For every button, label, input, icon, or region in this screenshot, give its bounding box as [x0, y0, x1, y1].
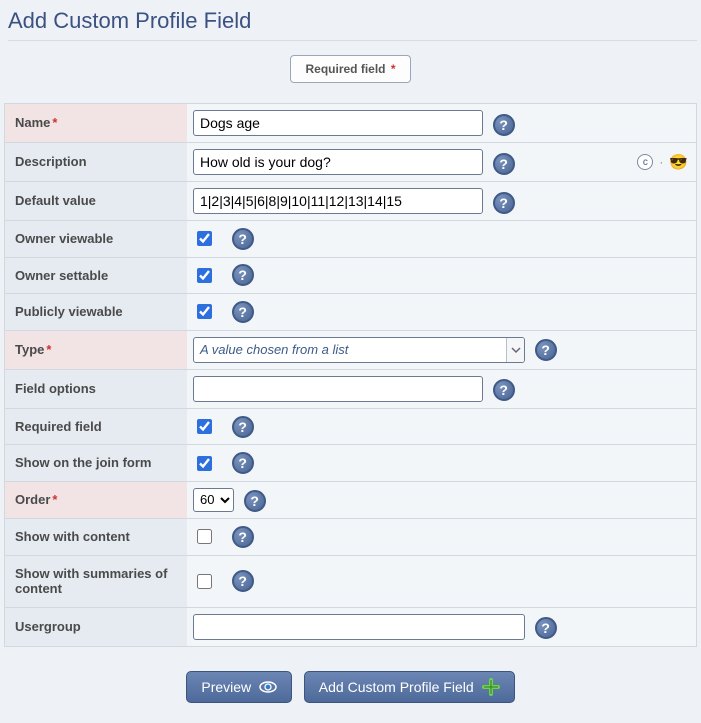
chevron-down-icon	[506, 338, 524, 362]
default-value-input[interactable]	[193, 188, 483, 214]
emoticon-icon[interactable]: 😎	[669, 153, 688, 171]
label-show-with-content: Show with content	[5, 518, 187, 555]
help-icon[interactable]: ?	[232, 526, 254, 548]
eye-icon	[259, 678, 277, 696]
owner-viewable-checkbox[interactable]	[197, 231, 212, 246]
label-publicly-viewable: Publicly viewable	[5, 293, 187, 330]
label-show-on-join: Show on the join form	[5, 444, 187, 481]
label-usergroup: Usergroup	[5, 607, 187, 646]
label-name: Name*	[5, 104, 187, 142]
help-icon[interactable]: ?	[232, 570, 254, 592]
preview-button-label: Preview	[201, 679, 251, 695]
plus-icon	[482, 678, 500, 696]
help-icon[interactable]: ?	[232, 416, 254, 438]
label-required-field: Required field	[5, 408, 187, 445]
label-default-value: Default value	[5, 181, 187, 220]
help-icon[interactable]: ?	[493, 114, 515, 136]
label-field-options: Field options	[5, 369, 187, 408]
help-icon[interactable]: ?	[535, 339, 557, 361]
label-owner-viewable: Owner viewable	[5, 220, 187, 257]
type-select-value: A value chosen from a list	[194, 338, 506, 362]
required-banner-text: Required field	[305, 62, 385, 76]
help-icon[interactable]: ?	[493, 379, 515, 401]
form-table: Name* ? Description ? c · 😎 Default valu	[4, 103, 697, 647]
label-owner-settable: Owner settable	[5, 257, 187, 294]
help-icon[interactable]: ?	[232, 452, 254, 474]
label-description: Description	[5, 142, 187, 181]
order-select[interactable]: 60	[193, 488, 234, 512]
help-icon[interactable]: ?	[493, 153, 515, 175]
help-icon[interactable]: ?	[232, 301, 254, 323]
type-select[interactable]: A value chosen from a list	[193, 337, 525, 363]
name-input[interactable]	[193, 110, 483, 136]
preview-button[interactable]: Preview	[186, 671, 292, 703]
label-type: Type*	[5, 330, 187, 369]
publicly-viewable-checkbox[interactable]	[197, 304, 212, 319]
label-order: Order*	[5, 481, 187, 518]
owner-settable-checkbox[interactable]	[197, 268, 212, 283]
page-title: Add Custom Profile Field	[8, 8, 697, 41]
help-icon[interactable]: ?	[232, 228, 254, 250]
field-options-input[interactable]	[193, 376, 483, 402]
show-on-join-checkbox[interactable]	[197, 456, 212, 471]
help-icon[interactable]: ?	[232, 264, 254, 286]
description-extra-icons: c · 😎	[637, 153, 688, 171]
submit-button-label: Add Custom Profile Field	[319, 679, 474, 695]
dot-separator: ·	[659, 155, 663, 169]
help-icon[interactable]: ?	[535, 617, 557, 639]
show-with-summaries-checkbox[interactable]	[197, 574, 212, 589]
required-banner: Required field *	[4, 55, 697, 83]
description-input[interactable]	[193, 149, 483, 175]
help-icon[interactable]: ?	[244, 490, 266, 512]
usergroup-input[interactable]	[193, 614, 525, 640]
language-icon[interactable]: c	[637, 154, 653, 170]
required-field-checkbox[interactable]	[197, 419, 212, 434]
submit-button[interactable]: Add Custom Profile Field	[304, 671, 515, 703]
show-with-content-checkbox[interactable]	[197, 529, 212, 544]
required-asterisk: *	[391, 62, 396, 76]
help-icon[interactable]: ?	[493, 192, 515, 214]
label-show-with-summaries: Show with summaries of content	[5, 555, 187, 607]
